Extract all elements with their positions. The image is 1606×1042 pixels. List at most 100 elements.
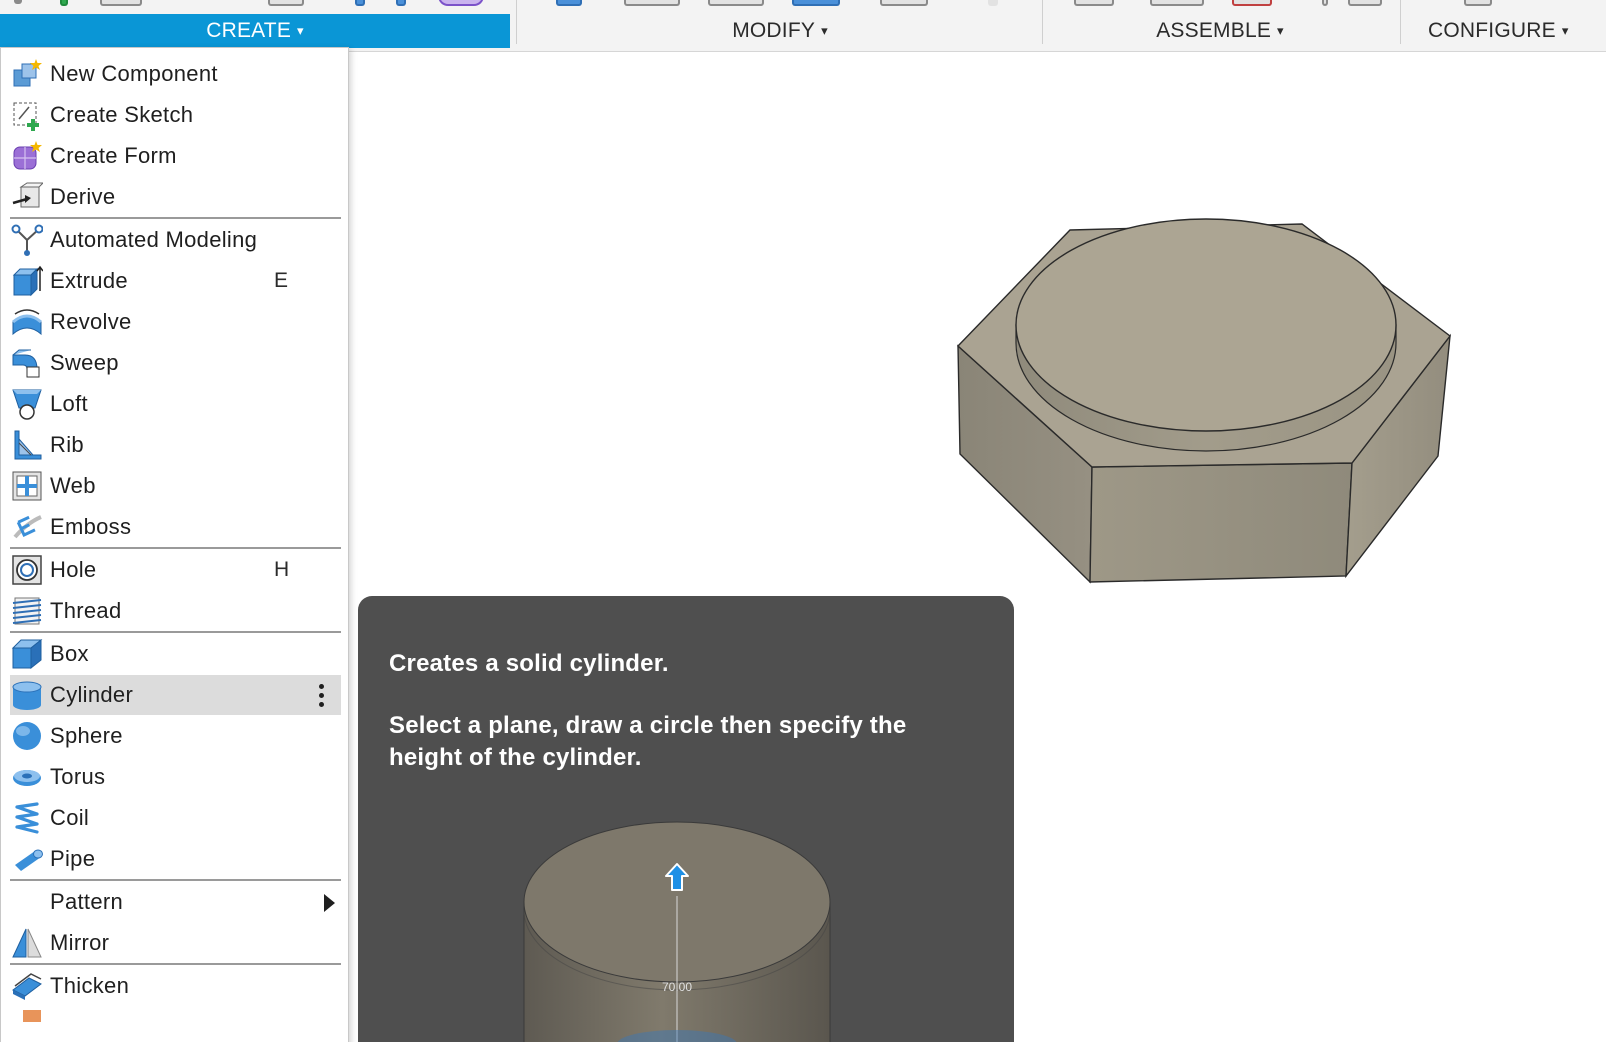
shortcut-key: E	[274, 269, 289, 292]
menu-separator	[10, 963, 341, 965]
more-options-icon[interactable]	[319, 684, 325, 708]
menu-item-label: Emboss	[50, 514, 132, 539]
tab-assemble[interactable]: ASSEMBLE ▾	[1100, 14, 1340, 48]
menu-item-label: Coil	[50, 805, 90, 830]
menu-item-create-sketch[interactable]: Create Sketch	[10, 95, 341, 135]
menu-separator	[10, 217, 341, 219]
revolve-icon	[12, 309, 42, 336]
tooltip-title: Creates a solid cylinder.	[389, 650, 669, 677]
menu-item-label: New Component	[50, 61, 218, 86]
menu-separator	[10, 879, 341, 881]
menu-item-pattern[interactable]: Pattern	[10, 882, 341, 922]
toolbar-combine-icon[interactable]	[880, 0, 928, 6]
tab-modify[interactable]: MODIFY ▾	[660, 14, 900, 48]
pipe-icon	[15, 849, 43, 871]
create-form-icon	[13, 141, 42, 170]
hex-body-model[interactable]	[950, 210, 1460, 590]
menu-item-new-component[interactable]: New Component	[10, 54, 341, 94]
menu-item-label: Rib	[50, 432, 84, 457]
toolbar: CREATE ▾ MODIFY ▾ ASSEMBLE ▾ CONFIGURE ▾	[0, 0, 1606, 52]
menu-item-hole[interactable]: Hole H	[10, 550, 341, 590]
sphere-icon	[13, 722, 41, 750]
menu-item-label: Pipe	[50, 846, 96, 871]
emboss-icon	[13, 515, 42, 539]
shortcut-key: H	[274, 558, 290, 581]
toolbar-modify-more-icon[interactable]	[988, 0, 998, 6]
toolbar-extrude-icon[interactable]	[355, 0, 365, 6]
cylinder-tooltip: Creates a solid cylinder. Select a plane…	[358, 596, 1014, 1042]
new-component-icon	[13, 59, 42, 87]
chevron-down-icon: ▾	[1277, 23, 1284, 38]
menu-item-mirror[interactable]: Mirror	[10, 923, 341, 963]
menu-item-label: Revolve	[50, 309, 132, 334]
toolbar-undo-icon[interactable]	[14, 0, 22, 4]
tooltip-description: Select a plane, draw a circle then speci…	[389, 712, 907, 771]
menu-item-extrude[interactable]: Extrude E	[10, 261, 341, 301]
chevron-down-icon: ▾	[297, 23, 304, 38]
menu-item-emboss[interactable]: Emboss	[10, 507, 341, 547]
menu-item-label: Create Form	[50, 143, 177, 168]
menu-item-label: Sweep	[50, 350, 119, 375]
menu-item-label: Create Sketch	[50, 102, 194, 127]
toolbar-divider	[516, 0, 517, 44]
toolbar-motion-icon[interactable]	[1232, 0, 1272, 6]
loft-icon	[12, 389, 42, 420]
menu-item-label: Torus	[50, 764, 106, 789]
menu-item-coil[interactable]: Coil	[10, 798, 341, 838]
menu-item-rib[interactable]: Rib	[10, 425, 341, 465]
toolbar-press-pull-icon[interactable]	[556, 0, 582, 6]
menu-item-pipe[interactable]: Pipe	[10, 839, 341, 879]
tab-create[interactable]: CREATE ▾	[0, 14, 510, 48]
automated-modeling-icon	[11, 224, 43, 256]
toolbar-revolve-icon[interactable]	[396, 0, 406, 6]
create-sketch-icon	[13, 102, 39, 131]
toolbar-joint-icon[interactable]	[1074, 0, 1114, 6]
menu-item-label: Derive	[50, 184, 116, 209]
toolbar-freeform-icon[interactable]	[438, 0, 484, 6]
toolbar-chamfer-icon[interactable]	[708, 0, 764, 6]
toolbar-box-icon[interactable]	[100, 0, 142, 6]
menu-item-label: Hole	[50, 557, 97, 582]
derive-icon	[12, 182, 43, 208]
menu-item-thread[interactable]: Thread	[10, 591, 341, 631]
toolbar-parameters-icon[interactable]	[1464, 0, 1492, 6]
toolbar-as-built-icon[interactable]	[1150, 0, 1204, 6]
menu-item-label: Thread	[50, 598, 122, 623]
chevron-down-icon: ▾	[1561, 23, 1569, 38]
menu-item-revolve[interactable]: Revolve	[10, 302, 341, 342]
toolbar-sketch-icon[interactable]	[60, 0, 68, 6]
cylinder-icon	[12, 681, 42, 710]
menu-item-derive[interactable]: Derive	[10, 177, 341, 217]
coil-icon	[15, 802, 39, 834]
menu-item-loft[interactable]: Loft	[10, 384, 341, 424]
menu-separator	[10, 547, 341, 549]
menu-item-box[interactable]: Box	[10, 634, 341, 674]
toolbar-form-icon[interactable]	[268, 0, 304, 6]
menu-item-web[interactable]: Web	[10, 466, 341, 506]
toolbar-divider	[1400, 0, 1401, 44]
mirror-icon	[12, 928, 42, 958]
menu-item-create-form[interactable]: Create Form	[10, 136, 341, 176]
toolbar-shell-icon[interactable]	[792, 0, 840, 6]
box-icon	[11, 638, 43, 670]
menu-item-thicken[interactable]: Thicken	[10, 966, 341, 1006]
menu-item-cylinder[interactable]: Cylinder	[10, 675, 341, 715]
tab-configure[interactable]: CONFIGURE ▾	[1420, 14, 1606, 48]
thicken-icon	[12, 973, 42, 1000]
menu-item-label: Box	[50, 641, 89, 666]
thread-icon	[12, 597, 42, 625]
menu-item-label: Web	[50, 473, 96, 498]
toolbar-fillet-icon[interactable]	[624, 0, 680, 6]
menu-item-torus[interactable]: Torus	[10, 757, 341, 797]
toolbar-divider	[1042, 0, 1043, 44]
toolbar-rigid-group-icon[interactable]	[1348, 0, 1382, 6]
dimension-label: 70.00	[662, 980, 692, 994]
hole-icon	[12, 555, 42, 585]
menu-item-automated-modeling[interactable]: Automated Modeling	[10, 220, 341, 260]
menu-item-sweep[interactable]: Sweep	[10, 343, 341, 383]
menu-item-label: Loft	[50, 391, 88, 416]
menu-item-label: Sphere	[50, 723, 123, 748]
next-item-icon-partial	[23, 1010, 41, 1022]
toolbar-contact-icon[interactable]	[1322, 0, 1328, 6]
menu-item-sphere[interactable]: Sphere	[10, 716, 341, 756]
